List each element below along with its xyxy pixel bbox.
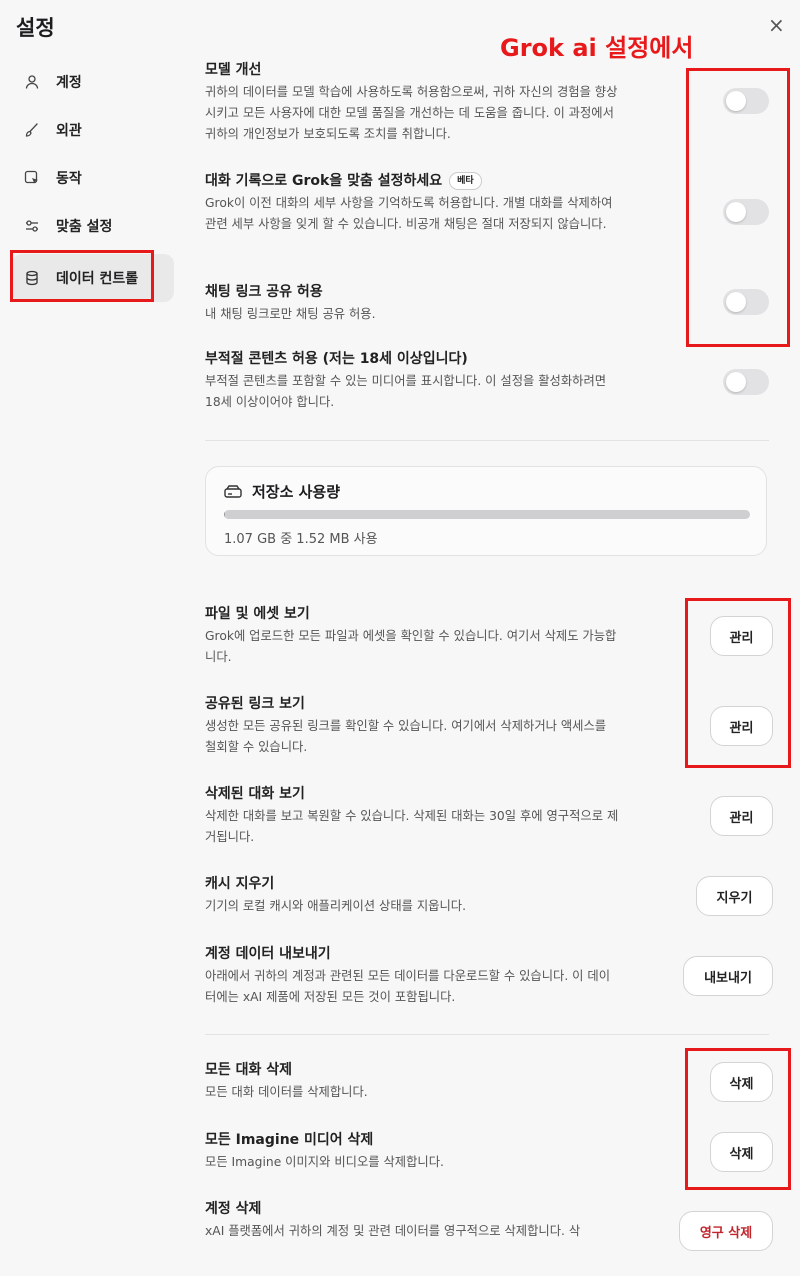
setting-desc: 귀하의 데이터를 모델 학습에 사용하도록 허용함으로써, 귀하 자신의 경험을…: [205, 85, 618, 141]
model-improve-toggle[interactable]: [723, 88, 769, 114]
sidebar-item-label: 계정: [56, 75, 82, 91]
setting-desc: 내 채팅 링크로만 채팅 공유 허용.: [205, 307, 376, 321]
clear-cache-button[interactable]: 지우기: [696, 876, 773, 916]
setting-share-links: 채팅 링크 공유 허용 내 채팅 링크로만 채팅 공유 허용.: [205, 282, 765, 325]
storage-title: 저장소 사용량: [224, 481, 340, 502]
brush-icon: [22, 120, 42, 140]
action-desc: 생성한 모든 공유된 링크를 확인할 수 있습니다. 여기에서 삭제하거나 액세…: [205, 719, 607, 754]
storage-card: 저장소 사용량 1.07 GB 중 1.52 MB 사용: [205, 466, 767, 556]
manage-shared-links-button[interactable]: 관리: [710, 706, 773, 746]
action-clear-cache: 캐시 지우기 기기의 로컬 캐시와 애플리케이션 상태를 지웁니다.: [205, 874, 765, 917]
action-shared-links: 공유된 링크 보기 생성한 모든 공유된 링크를 확인할 수 있습니다. 여기에…: [205, 694, 765, 758]
action-desc: 삭제한 대화를 보고 복원할 수 있습니다. 삭제된 대화는 30일 후에 영구…: [205, 809, 619, 844]
sidebar-item-label: 동작: [56, 171, 82, 187]
toggle-knob: [726, 292, 746, 312]
storage-title-text: 저장소 사용량: [252, 483, 341, 501]
share-links-toggle[interactable]: [723, 289, 769, 315]
setting-title: 대화 기록으로 Grok을 맞춤 설정하세요 베타: [205, 171, 765, 191]
action-title: 모든 Imagine 미디어 삭제: [205, 1132, 374, 1148]
personalize-toggle[interactable]: [723, 199, 769, 225]
sliders-icon: [22, 216, 42, 236]
action-desc: 모든 대화 데이터를 삭제합니다.: [205, 1085, 368, 1099]
sidebar-item-label: 외관: [56, 123, 82, 139]
setting-desc: Grok이 이전 대화의 세부 사항을 기억하도록 허용합니다. 개별 대화를 …: [205, 196, 613, 231]
action-desc: 모든 Imagine 이미지와 비디오를 삭제합니다.: [205, 1155, 444, 1169]
action-title: 삭제된 대화 보기: [205, 786, 305, 802]
sidebar-item-appearance[interactable]: 외관: [12, 106, 174, 154]
close-icon[interactable]: ×: [768, 13, 785, 37]
manage-files-button[interactable]: 관리: [710, 616, 773, 656]
setting-desc: 부적절 콘텐츠를 포함할 수 있는 미디어를 표시합니다. 이 설정을 활성화하…: [205, 374, 607, 409]
action-delete-chats: 모든 대화 삭제 모든 대화 데이터를 삭제합니다.: [205, 1060, 765, 1103]
action-delete-imagine: 모든 Imagine 미디어 삭제 모든 Imagine 이미지와 비디오를 삭…: [205, 1130, 765, 1173]
setting-title: 부적절 콘텐츠 허용 (저는 18세 이상입니다): [205, 351, 468, 367]
delete-account-button[interactable]: 영구 삭제: [679, 1211, 773, 1251]
action-desc: 기기의 로컬 캐시와 애플리케이션 상태를 지웁니다.: [205, 899, 467, 913]
sidebar-item-label: 데이터 컨트롤: [56, 271, 139, 287]
hard-drive-icon: [224, 484, 242, 498]
toggle-knob: [726, 91, 746, 111]
delete-imagine-media-button[interactable]: 삭제: [710, 1132, 773, 1172]
setting-title: 채팅 링크 공유 허용: [205, 284, 323, 300]
nsfw-toggle[interactable]: [723, 369, 769, 395]
setting-title: 모델 개선: [205, 62, 262, 78]
setting-nsfw: 부적절 콘텐츠 허용 (저는 18세 이상입니다) 부적절 콘텐츠를 포함할 수…: [205, 349, 765, 413]
divider: [205, 440, 769, 441]
toggle-knob: [726, 372, 746, 392]
sidebar-item-customize[interactable]: 맞춤 설정: [12, 202, 174, 250]
action-title: 캐시 지우기: [205, 876, 275, 892]
action-title: 파일 및 에셋 보기: [205, 606, 310, 622]
toggle-knob: [726, 202, 746, 222]
action-deleted-chats: 삭제된 대화 보기 삭제한 대화를 보고 복원할 수 있습니다. 삭제된 대화는…: [205, 784, 765, 848]
action-title: 모든 대화 삭제: [205, 1062, 293, 1078]
user-icon: [22, 72, 42, 92]
delete-all-chats-button[interactable]: 삭제: [710, 1062, 773, 1102]
storage-bar: [224, 510, 750, 519]
action-desc: xAI 플랫폼에서 귀하의 계정 및 관련 데이터를 영구적으로 삭제합니다. …: [205, 1224, 581, 1238]
sidebar-item-behavior[interactable]: 동작: [12, 154, 174, 202]
action-desc: Grok에 업로드한 모든 파일과 에셋을 확인할 수 있습니다. 여기서 삭제…: [205, 629, 617, 664]
setting-title-text: 대화 기록으로 Grok을 맞춤 설정하세요: [205, 173, 443, 189]
storage-usage-text: 1.07 GB 중 1.52 MB 사용: [224, 532, 378, 547]
setting-model-improve: 모델 개선 귀하의 데이터를 모델 학습에 사용하도록 허용함으로써, 귀하 자…: [205, 60, 765, 145]
cursor-icon: [22, 168, 42, 188]
beta-badge: 베타: [449, 172, 482, 190]
sidebar-item-account[interactable]: 계정: [12, 58, 174, 106]
action-title: 계정 데이터 내보내기: [205, 946, 331, 962]
annotation-text: Grok ai 설정에서: [500, 34, 694, 62]
action-title: 공유된 링크 보기: [205, 696, 305, 712]
divider: [205, 1034, 769, 1035]
action-files: 파일 및 에셋 보기 Grok에 업로드한 모든 파일과 에셋을 확인할 수 있…: [205, 604, 765, 668]
export-data-button[interactable]: 내보내기: [683, 956, 773, 996]
sidebar-item-data-controls[interactable]: 데이터 컨트롤: [12, 254, 174, 302]
page-title: 설정: [16, 16, 55, 40]
storage-fill: [224, 510, 225, 519]
sidebar-item-label: 맞춤 설정: [56, 219, 113, 235]
manage-deleted-chats-button[interactable]: 관리: [710, 796, 773, 836]
setting-personalize: 대화 기록으로 Grok을 맞춤 설정하세요 베타 Grok이 이전 대화의 세…: [205, 171, 765, 235]
database-icon: [22, 268, 42, 288]
action-desc: 아래에서 귀하의 계정과 관련된 모든 데이터를 다운로드할 수 있습니다. 이…: [205, 969, 611, 1004]
action-export: 계정 데이터 내보내기 아래에서 귀하의 계정과 관련된 모든 데이터를 다운로…: [205, 944, 765, 1008]
